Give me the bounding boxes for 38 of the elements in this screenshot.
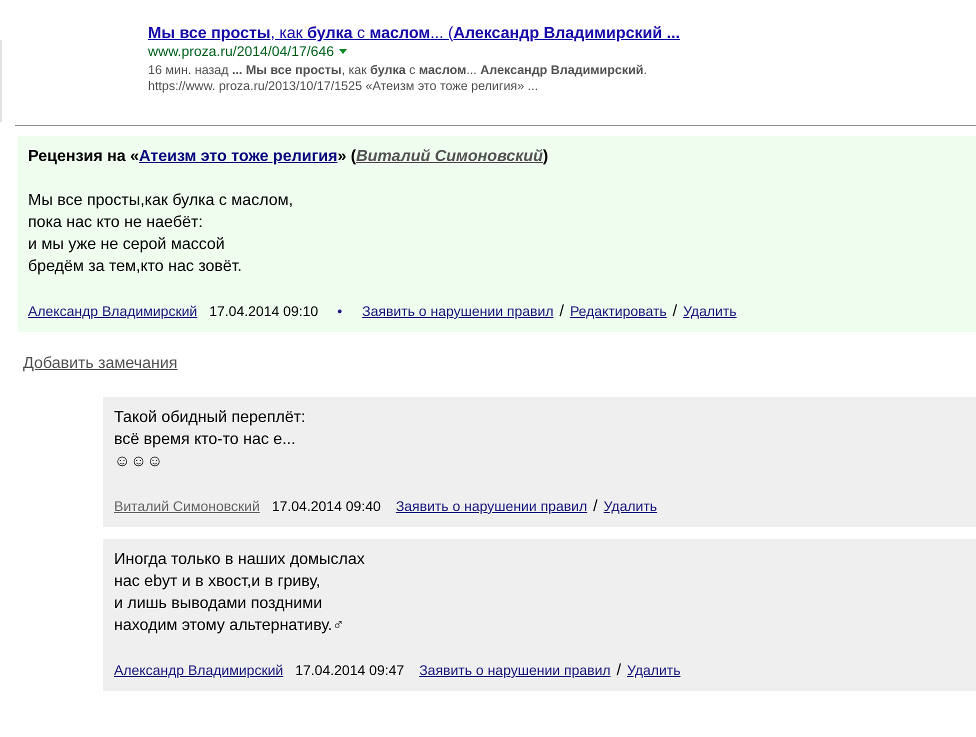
result-url: www.proza.ru/2014/04/17/646 — [148, 43, 334, 59]
comment-line: всё время кто-то нас е... — [114, 430, 296, 450]
comment-line: ☺☺☺ — [114, 452, 164, 472]
author-link[interactable]: Виталий Симоновский — [114, 496, 260, 516]
action-link[interactable]: Удалить — [627, 660, 680, 680]
result-snippet-line: 16 мин. назад ... Мы все просты, как булка с маслом... Александр Владимирский. — [148, 62, 648, 78]
author-link[interactable]: Александр Владимирский — [28, 301, 198, 321]
action-link[interactable]: Редактировать — [570, 301, 667, 321]
post-date: 17.04.2014 09:40 — [272, 497, 381, 516]
add-comment-link[interactable]: Добавить замечания — [23, 355, 178, 372]
action-link[interactable]: Заявить о нарушении правил — [396, 496, 588, 516]
post-date: 17.04.2014 09:10 — [209, 302, 318, 321]
work-title-link[interactable]: Атеизм это тоже религия — [139, 148, 338, 165]
comment-line: Такой обидный переплёт: — [114, 408, 306, 428]
result-title-link[interactable]: Мы все просты, как булка с маслом... (Александр Владимирский ... — [148, 24, 680, 44]
poem-line: пока нас кто не наeбёт: — [28, 213, 203, 233]
result-snippet-line: https://www. proza.ru/2013/10/17/1525 «Атеизм это тоже религия» ... — [148, 78, 540, 94]
author-link[interactable]: Александр Владимирский — [114, 660, 284, 680]
poem-line: и мы уже не серой массой — [28, 235, 225, 255]
caret-icon[interactable] — [339, 48, 348, 54]
slash-separator: / — [672, 302, 678, 322]
comment-line: Иногда только в наших домыслах — [114, 550, 365, 570]
slash-separator: / — [593, 497, 598, 517]
bullet-separator: • — [337, 302, 342, 321]
action-link[interactable]: Заявить о нарушении правил — [362, 301, 554, 321]
slash-separator: / — [559, 302, 564, 322]
action-link[interactable]: Заявить о нарушении правил — [419, 660, 611, 680]
comment-line: находим этому альтернативу.♂ — [114, 616, 344, 636]
action-link[interactable]: Удалить — [604, 496, 658, 516]
comment-line: и лишь выводами поздними — [114, 594, 322, 614]
action-link[interactable]: Удалить — [683, 301, 737, 321]
poem-line: бредём за тем,кто нас зовёт. — [28, 257, 242, 277]
author-link[interactable]: Виталий Симоновский — [356, 148, 543, 165]
review-heading: Рецензия на «Атеизм это тоже религия» (Виталий Симоновский) — [28, 147, 548, 167]
slash-separator: / — [616, 661, 622, 681]
post-date: 17.04.2014 09:47 — [295, 661, 404, 680]
comment-line: нас ebут и в хвост,и в гриву, — [114, 572, 320, 592]
poem-line: Мы все просты,как булка с маслом, — [28, 191, 294, 211]
